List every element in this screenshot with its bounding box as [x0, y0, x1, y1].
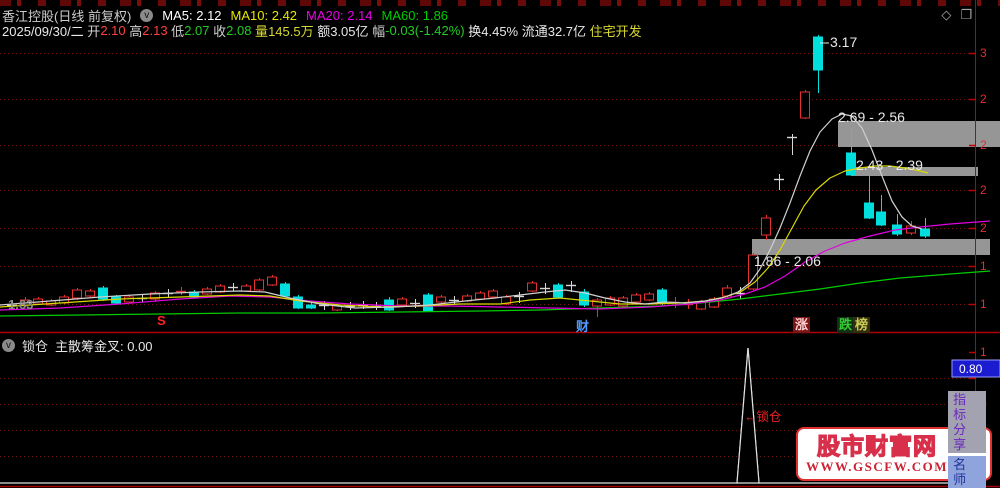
svg-text:2.69 - 2.56: 2.69 - 2.56	[838, 109, 905, 125]
value-badge: 0.80	[951, 359, 1000, 378]
svg-text:1.63: 1.63	[8, 297, 33, 312]
info-segment: 低	[171, 24, 185, 39]
info-segment: 2025/09/30/二	[2, 24, 88, 39]
info-segment: 幅	[372, 24, 386, 39]
info-segment: 住宅开发	[589, 24, 642, 39]
svg-text:1: 1	[980, 297, 987, 311]
watermark-texts: 股市财富网 WWW.GSCFW.COM	[806, 432, 949, 475]
trading-app-window: 322221110←锁仓0.803.172.69 - 2.562.43 - 2.…	[0, 0, 1000, 488]
svg-text:1: 1	[980, 345, 987, 359]
info-segment: 高	[129, 24, 143, 39]
badge-indicator-share: 指标分享	[948, 390, 986, 453]
watermark-url: WWW.GSCFW.COM	[806, 458, 949, 474]
svg-text:跌: 跌	[839, 317, 853, 332]
diamond-icon[interactable]: ◇	[941, 7, 951, 23]
window-controls: ◇ ❐	[941, 7, 972, 23]
svg-text:涨: 涨	[794, 317, 808, 332]
svg-text:0.80: 0.80	[959, 362, 983, 376]
sub-indicator-header: v 锁仓 主散筹金叉: 0.00	[2, 336, 153, 355]
info-segment: 2.13	[142, 23, 172, 38]
watermark-badges: 指标分享 名师课程	[948, 390, 986, 488]
svg-text:2.43 - 2.39: 2.43 - 2.39	[856, 157, 923, 173]
panel-layout-icon[interactable]: ❐	[960, 7, 972, 23]
svg-text:S: S	[157, 313, 166, 328]
info-segment: 2.08	[226, 23, 256, 38]
watermark-title: 股市财富网	[816, 432, 938, 459]
info-segment: 换4.45%	[468, 24, 522, 39]
info-segment: 流通32.7亿	[521, 24, 590, 39]
svg-text:3.17: 3.17	[830, 34, 857, 50]
watermark: 股市财富网 WWW.GSCFW.COM 指标分享 名师课程	[796, 390, 992, 488]
candles-layer	[7, 35, 930, 317]
chevron-down-icon[interactable]: v	[2, 339, 15, 352]
chart-canvas[interactable]: 322221110←锁仓0.803.172.69 - 2.562.43 - 2.…	[0, 0, 1000, 488]
svg-text:2: 2	[980, 92, 987, 106]
svg-text:榜: 榜	[855, 317, 868, 332]
svg-text:2: 2	[980, 221, 987, 235]
indicator-name: 锁仓	[22, 339, 49, 354]
info-segment: -0.03(-1.42%)	[385, 23, 469, 38]
info-segment: 量	[255, 24, 269, 39]
info-segment: 2.07	[184, 23, 214, 38]
info-segment: 额3.05亿	[317, 24, 373, 39]
info-segment: 145.5万	[268, 24, 318, 39]
indicator-status: 主散筹金叉: 0.00	[55, 339, 153, 354]
badge-teacher-course: 名师课程	[948, 455, 986, 488]
info-segment: 2.10	[100, 23, 130, 38]
svg-text:1.86 - 2.06: 1.86 - 2.06	[754, 253, 821, 269]
svg-text:2: 2	[980, 138, 987, 152]
svg-text:2: 2	[980, 183, 987, 197]
svg-text:财: 财	[576, 319, 589, 334]
info-bar: 2025/09/30/二 开 2.10 高 2.13 低 2.07 收 2.08 量 14…	[2, 21, 642, 40]
spike-annotation: ←锁仓	[744, 409, 782, 424]
info-segment: 开	[87, 24, 101, 39]
svg-text:3: 3	[980, 46, 987, 60]
info-segment: 收	[213, 24, 227, 39]
